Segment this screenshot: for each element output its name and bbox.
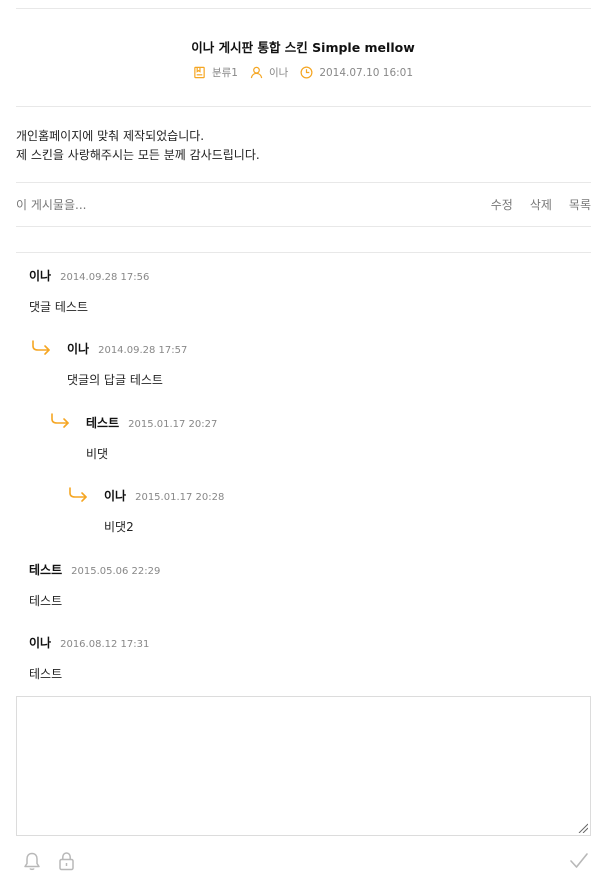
post-content: 개인홈페이지에 맞춰 제작되었습니다. 제 스킨을 사랑해주시는 모든 분께 감… <box>16 127 260 165</box>
actionbar-divider <box>16 226 591 227</box>
comment-author: 이나 <box>29 636 52 650</box>
post-datetime: 2014.07.10 16:01 <box>300 66 413 79</box>
top-divider <box>16 8 591 9</box>
comment-item: 테스트 2015.01.17 20:27 비댓 <box>86 414 217 462</box>
post-author-label: 이나 <box>268 67 289 79</box>
clock-icon <box>300 66 313 79</box>
comment-body: 테스트 <box>29 594 63 608</box>
comment-author: 이나 <box>104 489 127 503</box>
lock-icon[interactable] <box>58 851 75 871</box>
delete-button[interactable]: 삭제 <box>530 196 552 213</box>
post-actions: 수정 삭제 목록 <box>474 196 591 213</box>
comment-body: 댓글 테스트 <box>29 300 89 314</box>
post-action-bar: 이 게시물을... 수정 삭제 목록 <box>16 194 591 214</box>
reply-arrow-icon <box>69 487 87 502</box>
comment-item: 이나 2016.08.12 17:31 테스트 <box>29 634 149 682</box>
comment-body: 비댓 <box>86 447 109 461</box>
comment-date: 2015.01.17 20:27 <box>128 419 218 430</box>
comment-author: 테스트 <box>86 416 120 430</box>
content-divider <box>16 182 591 183</box>
comment-author: 테스트 <box>29 563 63 577</box>
post-options-label[interactable]: 이 게시물을... <box>16 196 86 213</box>
comments-divider <box>16 252 591 253</box>
comment-item: 이나 2014.09.28 17:57 댓글의 답글 테스트 <box>67 340 187 388</box>
comment-body: 테스트 <box>29 667 63 681</box>
comment-textarea[interactable] <box>16 696 591 836</box>
post-category-label: 분류1 <box>211 67 238 79</box>
resize-handle-icon[interactable] <box>578 823 588 833</box>
comment-date: 2015.05.06 22:29 <box>71 566 161 577</box>
post-title: 이나 게시판 통합 스킨 Simple mellow <box>191 40 415 55</box>
check-icon[interactable] <box>569 852 589 870</box>
post-content-line: 제 스킨을 사랑해주시는 모든 분께 감사드립니다. <box>16 148 260 162</box>
edit-button[interactable]: 수정 <box>491 196 513 213</box>
comment-date: 2015.01.17 20:28 <box>135 492 225 503</box>
user-icon <box>250 66 263 79</box>
comment-date: 2016.08.12 17:31 <box>60 639 150 650</box>
meta-divider <box>16 106 591 107</box>
comment-date: 2014.09.28 17:56 <box>60 272 150 283</box>
bookmark-icon <box>194 66 205 79</box>
comment-item: 이나 2014.09.28 17:56 댓글 테스트 <box>29 267 149 315</box>
bell-icon[interactable] <box>23 851 41 871</box>
list-button[interactable]: 목록 <box>569 196 591 213</box>
post-meta: 분류1 이나 2014.07.10 16:01 <box>0 65 606 80</box>
comment-author: 이나 <box>67 342 90 356</box>
comment-date: 2014.09.28 17:57 <box>98 345 188 356</box>
reply-arrow-icon <box>32 340 50 355</box>
comment-author: 이나 <box>29 269 52 283</box>
post-category[interactable]: 분류1 <box>193 65 238 80</box>
comment-body: 댓글의 답글 테스트 <box>67 373 163 387</box>
comment-body: 비댓2 <box>104 520 134 534</box>
comment-item: 테스트 2015.05.06 22:29 테스트 <box>29 561 160 609</box>
comment-item: 이나 2015.01.17 20:28 비댓2 <box>104 487 224 535</box>
post-author: 이나 <box>250 65 288 80</box>
post-datetime-label: 2014.07.10 16:01 <box>319 66 414 79</box>
reply-arrow-icon <box>51 413 69 428</box>
post-content-line: 개인홈페이지에 맞춰 제작되었습니다. <box>16 129 205 143</box>
